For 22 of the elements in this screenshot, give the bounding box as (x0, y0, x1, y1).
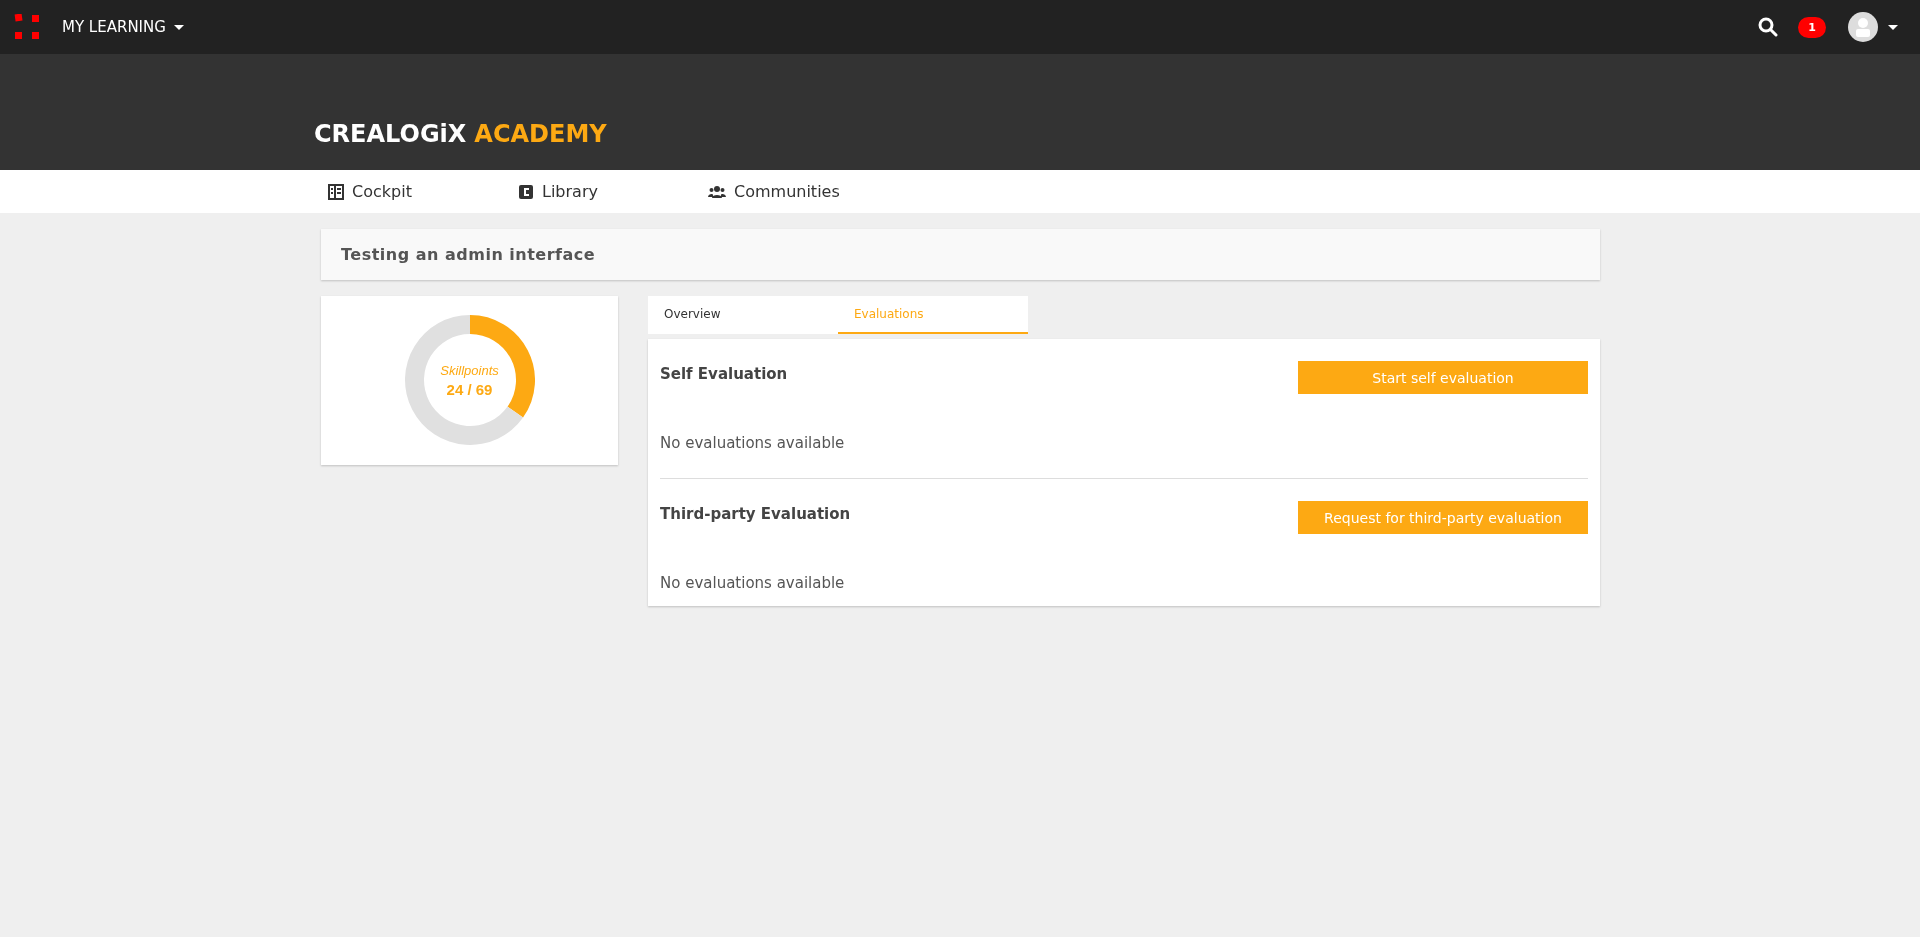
user-menu[interactable] (1848, 12, 1898, 42)
nav-link[interactable]: Cockpit (328, 182, 518, 201)
section-title: Self Evaluation (660, 365, 788, 383)
empty-message: No evaluations available (660, 574, 846, 592)
logo-product: ACADEMY (474, 120, 607, 148)
logo-brand: CREALOGiX (314, 120, 467, 148)
course-title: Testing an admin interface (321, 229, 1600, 280)
skillpoints-label: Skillpoints (440, 363, 499, 378)
notification-badge[interactable]: 1 (1798, 16, 1826, 38)
empty-message: No evaluations available (660, 434, 846, 452)
tab[interactable]: Overview (648, 296, 838, 334)
skillpoints-reading: 24 / 69 (446, 381, 493, 398)
apps-grid-icon[interactable] (14, 14, 40, 40)
nav-link[interactable]: Communities (708, 182, 898, 201)
avatar-icon (1848, 12, 1878, 42)
people-icon (708, 184, 726, 199)
my-learning-menu[interactable]: MY LEARNING (62, 18, 184, 36)
section-title: Third-party Evaluation (660, 505, 851, 523)
grid-icon (328, 183, 344, 200)
nav-link[interactable]: Library (518, 182, 708, 201)
book-icon (518, 183, 534, 200)
search-icon[interactable] (1758, 17, 1779, 37)
